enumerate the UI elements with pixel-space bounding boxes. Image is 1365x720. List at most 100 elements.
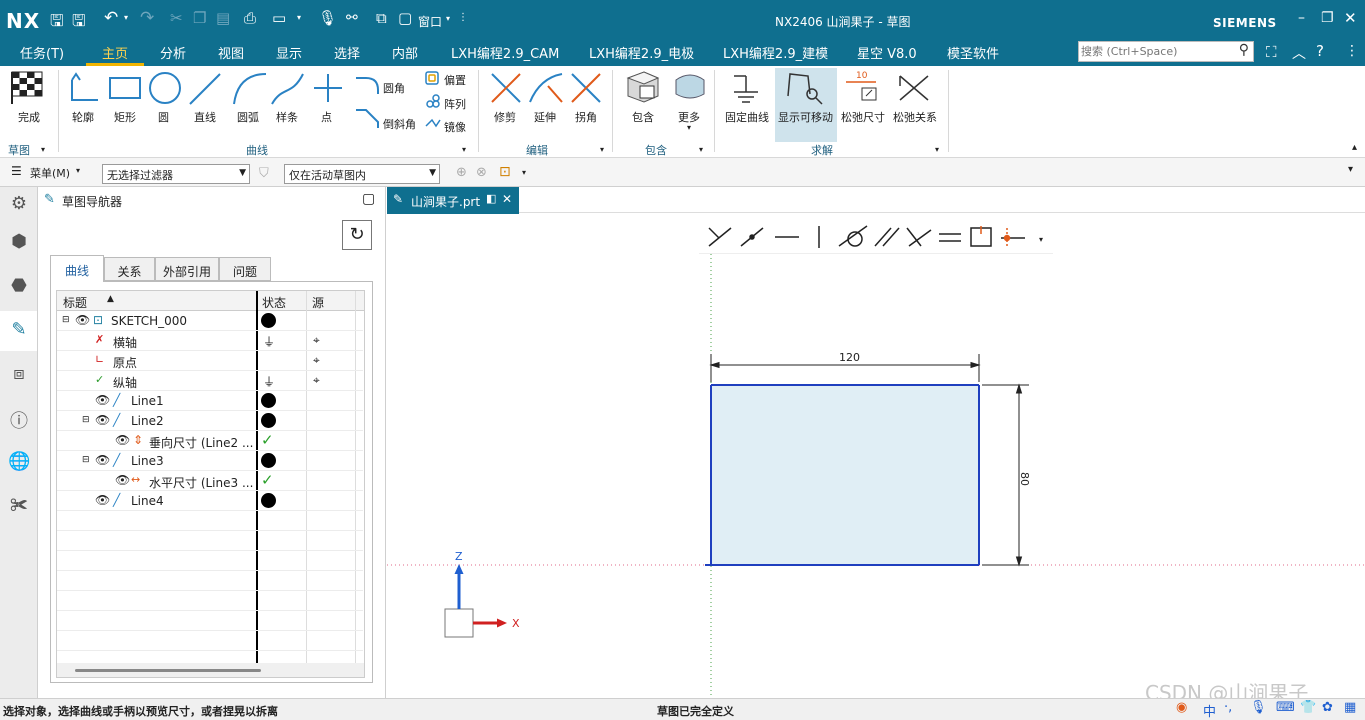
print-icon[interactable]: ⎙ <box>244 9 256 27</box>
table-row[interactable]: 👁 ⇕ 垂向尺寸 (Line2 ... ✓ <box>57 431 363 451</box>
menu-icon[interactable]: ☰ <box>11 164 22 178</box>
cut-icon[interactable]: ✂ <box>170 9 183 27</box>
fixed-curve-icon[interactable] <box>734 75 758 103</box>
refresh-button[interactable]: ↻ <box>342 220 372 250</box>
eye-icon[interactable]: 👁 <box>95 493 110 507</box>
trim-button[interactable]: 修剪 <box>494 109 516 125</box>
column-title[interactable]: 标题 <box>63 294 87 311</box>
tab-view[interactable]: 视图 <box>218 43 244 62</box>
arc-button[interactable]: 圆弧 <box>237 109 259 125</box>
rectangle-icon[interactable] <box>109 77 141 99</box>
constraint-more-dropdown-icon[interactable]: ▾ <box>1039 235 1043 244</box>
user-icon[interactable]: 👕 <box>1300 700 1316 715</box>
tab-internal[interactable]: 内部 <box>392 43 418 62</box>
maximize-icon[interactable]: ▢ <box>362 191 375 207</box>
tab-home[interactable]: 主页 <box>102 43 128 62</box>
close-icon[interactable]: ✕ <box>502 192 512 206</box>
history-icon[interactable]: ⓘ <box>8 407 30 432</box>
line-icon[interactable] <box>189 73 221 105</box>
include-button[interactable]: 包含 <box>632 109 654 125</box>
tab-lxh-cam[interactable]: LXH编程2.9_CAM <box>451 43 559 62</box>
punctuation-icon[interactable]: ·, <box>1224 700 1232 715</box>
horizontal-scrollbar[interactable] <box>57 663 364 677</box>
window-menu-dropdown-icon[interactable]: ▾ <box>446 14 450 23</box>
help-icon[interactable]: ? <box>1316 42 1324 60</box>
settings-gear-icon[interactable]: ▾ <box>1348 164 1353 175</box>
eye-icon[interactable]: 👁 <box>75 313 90 327</box>
chamfer-icon[interactable] <box>356 109 379 128</box>
group-include[interactable]: 包含 <box>645 142 667 158</box>
search-icon[interactable]: ⚲ <box>1239 42 1249 58</box>
snap-point-icon[interactable]: ⊕ <box>456 165 467 180</box>
group-solve-dropdown-icon[interactable]: ▾ <box>935 145 939 154</box>
mirror-button[interactable]: 镜像 <box>444 119 466 135</box>
eye-icon[interactable]: 👁 <box>115 433 130 447</box>
customize-icon[interactable]: ⋮ <box>458 12 468 23</box>
microphone-icon[interactable]: 🎙 <box>318 9 337 27</box>
circle-icon[interactable] <box>149 72 181 104</box>
arc-icon[interactable] <box>233 73 267 105</box>
tab-mosheng[interactable]: 模圣软件 <box>947 43 999 62</box>
display-icon[interactable]: ▭ <box>272 9 286 27</box>
fillet-icon[interactable] <box>356 77 379 94</box>
sort-ascending-icon[interactable]: ▲ <box>107 294 114 304</box>
copy-icon[interactable]: ❐ <box>193 9 206 27</box>
point-button[interactable]: 点 <box>321 109 332 125</box>
eye-icon[interactable]: 👁 <box>115 473 130 487</box>
table-row[interactable]: ∟ 原点 ⌖ <box>57 351 363 371</box>
more-options-icon[interactable]: ⋮ <box>1345 43 1359 59</box>
tangent-icon[interactable] <box>838 225 868 247</box>
sketch-canvas[interactable]: 120 80 Z X <box>387 214 1365 698</box>
tab-analysis[interactable]: 分析 <box>160 43 186 62</box>
horizontal-dimension-value[interactable]: 120 <box>839 351 860 364</box>
eye-icon[interactable]: 👁 <box>95 413 110 427</box>
tab-external-references[interactable]: 外部引用 <box>155 257 219 281</box>
tab-lxh-electrode[interactable]: LXH编程2.9_电极 <box>589 43 694 62</box>
column-status[interactable]: 状态 <box>262 294 286 311</box>
profile-button[interactable]: 轮廓 <box>72 109 94 125</box>
search-input[interactable] <box>1081 43 1231 60</box>
collapse-ribbon-icon[interactable]: ︿ <box>1292 43 1306 63</box>
handshake-icon[interactable]: ⚯ <box>346 10 358 26</box>
undo-icon[interactable]: ↶ <box>104 8 118 28</box>
group-edit[interactable]: 编辑 <box>526 142 548 158</box>
relax-relation-button[interactable]: 松弛关系 <box>893 109 937 125</box>
relax-dimension-icon[interactable]: 10 <box>846 71 877 101</box>
table-row[interactable]: ✓ 纵轴 ⏚ ⌖ <box>57 371 363 391</box>
midpoint-icon[interactable] <box>1001 228 1025 248</box>
sketch-navigator-icon[interactable]: ✎ <box>8 319 30 341</box>
group-include-dropdown-icon[interactable]: ▾ <box>699 145 703 154</box>
include-icon[interactable] <box>626 71 660 103</box>
relax-relation-icon[interactable] <box>899 75 929 101</box>
finish-icon[interactable] <box>11 71 43 104</box>
rectangle-button[interactable]: 矩形 <box>114 109 136 125</box>
corner-icon[interactable] <box>571 73 601 103</box>
save-all-icon[interactable]: 🖫 <box>72 10 86 37</box>
file-tab[interactable]: ✎ 山涧果子.prt ◧ ✕ <box>387 187 519 214</box>
tools-icon[interactable]: ✀ <box>8 495 30 517</box>
collapse-icon[interactable]: ⊟ <box>82 415 90 425</box>
fullscreen-icon[interactable]: ⛶ <box>1266 43 1277 61</box>
spline-button[interactable]: 样条 <box>276 109 298 125</box>
vertical-dimension-value[interactable]: 80 <box>1018 472 1031 486</box>
table-row[interactable]: ⊟ 👁 ╱ Line2 <box>57 411 363 431</box>
redo-icon[interactable]: ↷ <box>140 8 154 28</box>
tools-icon[interactable]: ▦ <box>1344 700 1356 715</box>
tab-select[interactable]: 选择 <box>334 43 360 62</box>
window-menu[interactable]: 窗口 <box>418 13 442 30</box>
table-row[interactable]: ⊟ 👁 ⊡ SKETCH_000 <box>57 311 363 331</box>
equal-length-icon[interactable] <box>939 233 961 242</box>
menu-button[interactable]: 菜单(M) <box>30 165 70 181</box>
snap-dropdown-icon[interactable]: ▾ <box>522 168 526 177</box>
extend-button[interactable]: 延伸 <box>534 109 556 125</box>
tab-display[interactable]: 显示 <box>276 43 302 62</box>
more-icon[interactable] <box>675 74 705 99</box>
tab-xingkong[interactable]: 星空 V8.0 <box>857 43 917 62</box>
offset-icon[interactable] <box>425 71 439 85</box>
table-row[interactable]: 👁 ↔ 水平尺寸 (Line3 ... ✓ <box>57 471 363 491</box>
graphics-window[interactable]: ✎ 山涧果子.prt ◧ ✕ 120 80 Z X ▾ CSDN @山涧果子 <box>387 187 1365 705</box>
minimize-icon[interactable]: – <box>1298 10 1305 26</box>
ribbon-collapse-icon[interactable]: ▴ <box>1352 142 1357 153</box>
menu-dropdown-icon[interactable]: ▾ <box>76 166 80 175</box>
window-switch-icon[interactable]: ⧉ <box>376 9 387 27</box>
